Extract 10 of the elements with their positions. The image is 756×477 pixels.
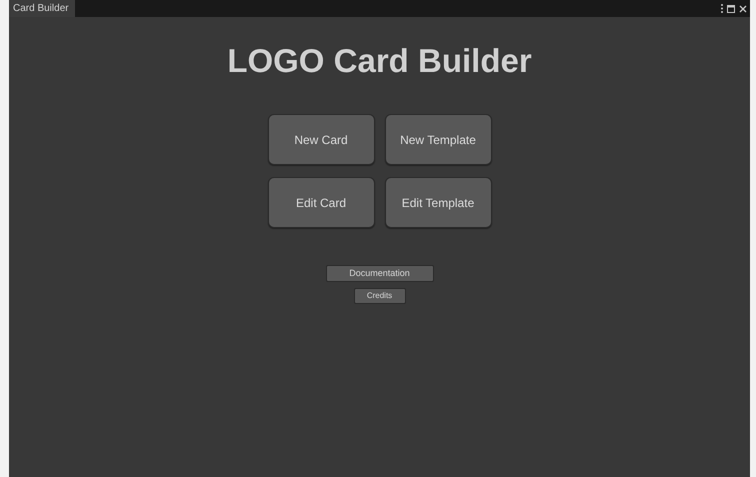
- menu-button[interactable]: New Template: [384, 114, 492, 165]
- window-tab[interactable]: Card Builder: [9, 0, 75, 17]
- maximize-icon[interactable]: [727, 4, 735, 12]
- menu-button[interactable]: Edit Template: [384, 177, 492, 228]
- app-title: LOGO Card Builder: [227, 41, 532, 81]
- menu-button[interactable]: Edit Card: [268, 177, 374, 228]
- menu-button[interactable]: New Card: [268, 114, 374, 165]
- link-button[interactable]: Documentation: [326, 265, 434, 282]
- close-icon[interactable]: [739, 4, 747, 12]
- link-button[interactable]: Credits: [354, 288, 406, 304]
